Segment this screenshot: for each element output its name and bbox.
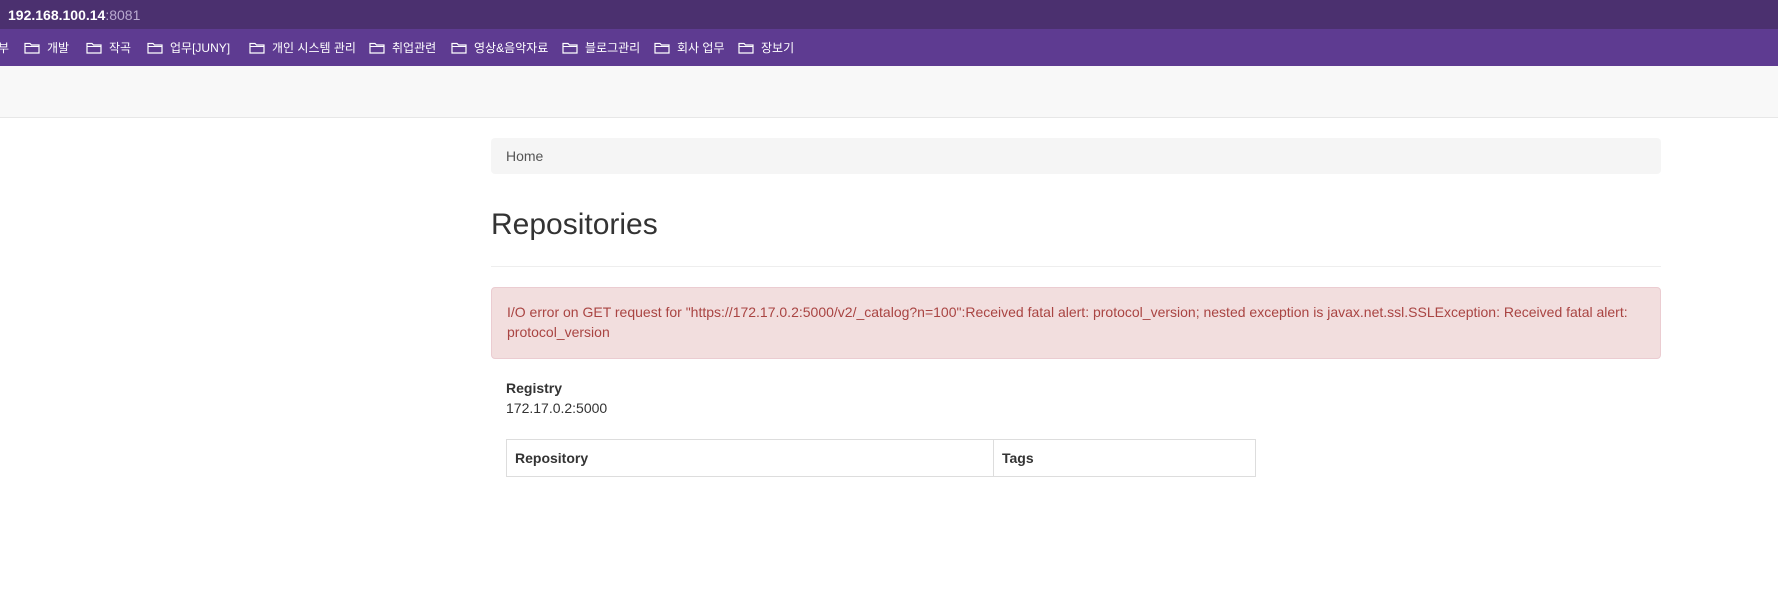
- bookmark-label: 블로그관리: [585, 41, 641, 55]
- url-text[interactable]: 192.168.100.14:8081: [8, 7, 140, 23]
- bookmark-folder-company[interactable]: 회사 업무: [654, 39, 725, 56]
- folder-icon: [249, 42, 265, 54]
- table-header-row: Repository Tags: [506, 439, 1256, 477]
- top-navbar: [0, 66, 1778, 118]
- bookmark-folder-compose[interactable]: 작곡: [86, 39, 131, 56]
- bookmark-label: 부: [0, 41, 10, 55]
- bookmark-folder-media[interactable]: 영상&음악자료: [451, 39, 548, 56]
- page-title: Repositories: [491, 208, 658, 241]
- bookmark-label: 개발: [47, 41, 70, 55]
- url-host: 192.168.100.14: [8, 6, 106, 23]
- folder-icon: [738, 42, 754, 54]
- bookmark-label: 취업관련: [392, 41, 437, 55]
- error-alert: I/O error on GET request for "https://17…: [491, 287, 1661, 359]
- folder-icon: [562, 42, 578, 54]
- bookmark-folder-system[interactable]: 개인 시스템 관리: [249, 39, 356, 56]
- bookmarks-bar: 부 개발 작곡 업무[JUNY] 개인 시스템 관리 취업관련 영상&음악자료 …: [0, 29, 1778, 67]
- bookmark-folder-jobs[interactable]: 취업관련: [369, 39, 436, 56]
- bookmark-folder-shopping[interactable]: 장보기: [738, 39, 794, 56]
- folder-icon: [451, 42, 467, 54]
- bookmark-folder-dev[interactable]: 개발: [24, 39, 69, 56]
- bookmark-label: 장보기: [761, 41, 795, 55]
- repositories-table: Repository Tags: [506, 439, 1256, 477]
- bookmark-label: 업무[JUNY]: [170, 41, 231, 55]
- bookmark-partial[interactable]: 부: [0, 39, 9, 56]
- bookmark-label: 개인 시스템 관리: [272, 41, 356, 55]
- bookmark-folder-blog[interactable]: 블로그관리: [562, 39, 640, 56]
- folder-icon: [654, 42, 670, 54]
- column-header-tags[interactable]: Tags: [993, 439, 1256, 477]
- folder-icon: [147, 42, 163, 54]
- bookmark-label: 작곡: [109, 41, 132, 55]
- column-header-repository[interactable]: Repository: [506, 439, 994, 477]
- address-bar[interactable]: 192.168.100.14:8081: [0, 0, 1778, 29]
- bookmark-label: 회사 업무: [677, 41, 725, 55]
- bookmark-folder-work[interactable]: 업무[JUNY]: [147, 39, 230, 56]
- folder-icon: [24, 42, 40, 54]
- folder-icon: [86, 42, 102, 54]
- registry-value: 172.17.0.2:5000: [506, 400, 608, 416]
- url-port: :8081: [105, 6, 141, 23]
- registry-label: Registry: [506, 380, 563, 396]
- breadcrumb-home-link[interactable]: Home: [506, 148, 543, 164]
- folder-icon: [369, 42, 385, 54]
- bookmark-label: 영상&음악자료: [474, 41, 549, 55]
- title-divider: [491, 266, 1661, 267]
- breadcrumb: Home: [491, 138, 1661, 174]
